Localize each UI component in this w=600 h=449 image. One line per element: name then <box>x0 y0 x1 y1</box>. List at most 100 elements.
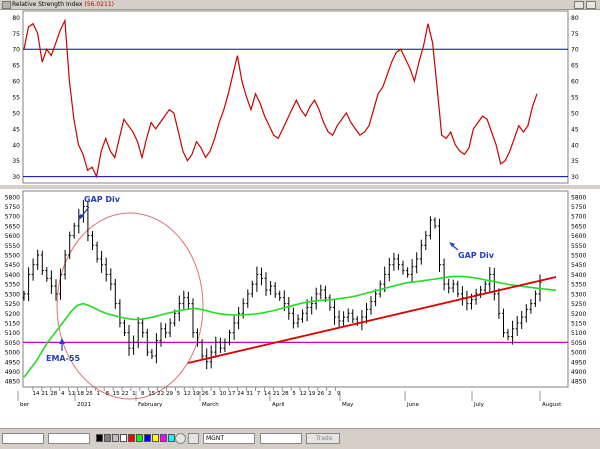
color-swatch[interactable] <box>96 434 103 442</box>
month-label: ber <box>20 402 30 408</box>
color-swatch[interactable] <box>160 434 167 442</box>
rsi-tick-label: 70 <box>571 47 579 54</box>
price-tick-label: 4950 <box>5 359 20 366</box>
price-y-axis-left: 5800 5750 5700 5650 5600 5550 5500 5450 5400 5350… <box>5 194 20 385</box>
price-tick-label: 5300 <box>571 291 586 298</box>
panel-divider[interactable] <box>0 185 600 189</box>
day-tick-label: 19 <box>193 391 200 397</box>
day-tick-label: 5 <box>292 391 296 397</box>
price-tick-label: 5750 <box>5 204 20 211</box>
price-tick-label: 4900 <box>571 369 586 376</box>
day-tick-label: 22 <box>157 391 164 397</box>
drawing-toolbar: MGNT Trade <box>0 428 600 449</box>
day-tick-label: 31 <box>246 391 253 397</box>
day-tick-label: 3 <box>212 391 216 397</box>
system-menu-icon[interactable] <box>2 1 11 9</box>
day-tick-label: 4 <box>61 391 65 397</box>
color-swatch[interactable] <box>168 434 175 442</box>
indicator-name: Relative Strength Index <box>12 1 83 8</box>
price-tick-label: 4850 <box>571 379 586 386</box>
day-tick-label: 24 <box>237 391 244 397</box>
price-tick-label: 5600 <box>5 233 20 240</box>
price-tick-label: 5650 <box>571 223 586 230</box>
color-swatch[interactable] <box>144 434 151 442</box>
month-label: August <box>542 402 562 408</box>
symbol-input[interactable]: MGNT <box>203 433 255 444</box>
day-tick-label: 1 <box>97 391 101 397</box>
price-tick-label: 5000 <box>5 350 20 357</box>
rsi-y-axis-left: 80 75 70 65 60 55 50 45 40 35 30 <box>12 15 20 181</box>
color-swatch[interactable] <box>104 434 111 442</box>
rsi-tick-label: 50 <box>571 110 579 117</box>
symbol-value: MGNT <box>206 435 224 442</box>
month-label: 2021 <box>77 402 91 408</box>
ema-label: EMA-55 <box>46 354 81 363</box>
rsi-tick-label: 80 <box>571 15 579 22</box>
color-swatch[interactable] <box>152 434 159 442</box>
rsi-tick-label: 45 <box>571 126 579 133</box>
color-swatch[interactable] <box>112 434 119 442</box>
line-width-dropdown[interactable] <box>48 433 90 444</box>
month-label: March <box>202 402 219 408</box>
rsi-tick-label: 80 <box>12 15 20 22</box>
price-tick-label: 5250 <box>571 301 586 308</box>
price-tick-label: 5550 <box>571 243 586 250</box>
minimize-button[interactable] <box>574 1 584 9</box>
price-panel[interactable]: 5800575057005650560055505500545054005350… <box>5 190 587 400</box>
price-tick-label: 5200 <box>5 311 20 318</box>
price-tick-label: 5350 <box>5 282 20 289</box>
price-tick-label: 4950 <box>571 359 586 366</box>
day-tick-label: 18 <box>77 391 84 397</box>
line-style-dropdown[interactable] <box>2 433 44 444</box>
text-tool-icon[interactable] <box>188 433 199 444</box>
price-tick-label: 5150 <box>571 320 586 327</box>
day-tick-label: 25 <box>86 391 93 397</box>
rsi-y-axis-right: 80 75 70 65 60 55 50 45 40 35 30 <box>571 15 579 181</box>
price-tick-label: 5100 <box>571 330 586 337</box>
day-tick-label: 11 <box>68 391 75 397</box>
rsi-tick-label: 50 <box>12 110 20 117</box>
price-tick-label: 5050 <box>5 340 20 347</box>
price-tick-label: 5700 <box>571 214 586 221</box>
price-tick-label: 5750 <box>571 204 586 211</box>
price-plot-area <box>22 190 569 388</box>
indicator-value: (56.0211) <box>84 1 114 8</box>
day-tick-label: 5 <box>177 391 181 397</box>
day-tick-label: 2 <box>328 391 332 397</box>
price-tick-label: 5700 <box>5 214 20 221</box>
close-button[interactable] <box>586 1 596 9</box>
window-title: Relative Strength Index (56.0211) <box>12 0 114 9</box>
trade-label: Trade <box>316 435 333 442</box>
color-swatch[interactable] <box>120 434 127 442</box>
date-axis: 14 21 28 4 11 18 25 1 8 15 22 1 8 15 22 29 5 12 19 26 3 10 17 2… <box>17 386 568 408</box>
rsi-tick-label: 60 <box>571 79 579 86</box>
rsi-tick-label: 65 <box>571 63 579 70</box>
day-tick-label: 7 <box>257 391 261 397</box>
timeframe-dropdown[interactable] <box>260 433 302 444</box>
rsi-plot-area <box>22 10 569 184</box>
chart-canvas[interactable]: 8075706560555045403530 80757065605550454… <box>0 9 600 428</box>
day-tick-label: 10 <box>219 391 226 397</box>
price-tick-label: 5600 <box>571 233 586 240</box>
day-tick-label: 26 <box>317 391 324 397</box>
price-tick-label: 4850 <box>5 379 20 386</box>
day-tick-label: 14 <box>33 391 40 397</box>
ellipse-tool-icon[interactable] <box>175 433 186 444</box>
price-tick-label: 5050 <box>571 340 586 347</box>
color-swatch[interactable] <box>136 434 143 442</box>
color-swatch[interactable] <box>128 434 135 442</box>
trade-button[interactable]: Trade <box>306 433 340 444</box>
day-ticks: 14 21 28 4 11 18 25 1 8 15 22 1 8 15 22 29 5 12 19 26 3 10 17 2… <box>33 387 341 397</box>
price-tick-label: 5100 <box>5 330 20 337</box>
day-tick-label: 17 <box>228 391 235 397</box>
price-tick-label: 5550 <box>5 243 20 250</box>
price-y-axis-right: 5800 5750 5700 5650 5600 5550 5500 5450 5400 5350… <box>571 194 586 385</box>
day-tick-label: 8 <box>105 391 109 397</box>
rsi-tick-label: 45 <box>12 126 20 133</box>
rsi-tick-label: 65 <box>12 63 20 70</box>
rsi-panel[interactable]: 80 75 70 65 60 55 50 45 40 35 30 80 75 70 65 60 55 50 45 4… <box>12 10 579 184</box>
rsi-tick-label: 75 <box>571 31 579 38</box>
rsi-tick-label: 70 <box>12 47 20 54</box>
price-tick-label: 5150 <box>5 320 20 327</box>
rsi-tick-label: 30 <box>571 174 579 181</box>
